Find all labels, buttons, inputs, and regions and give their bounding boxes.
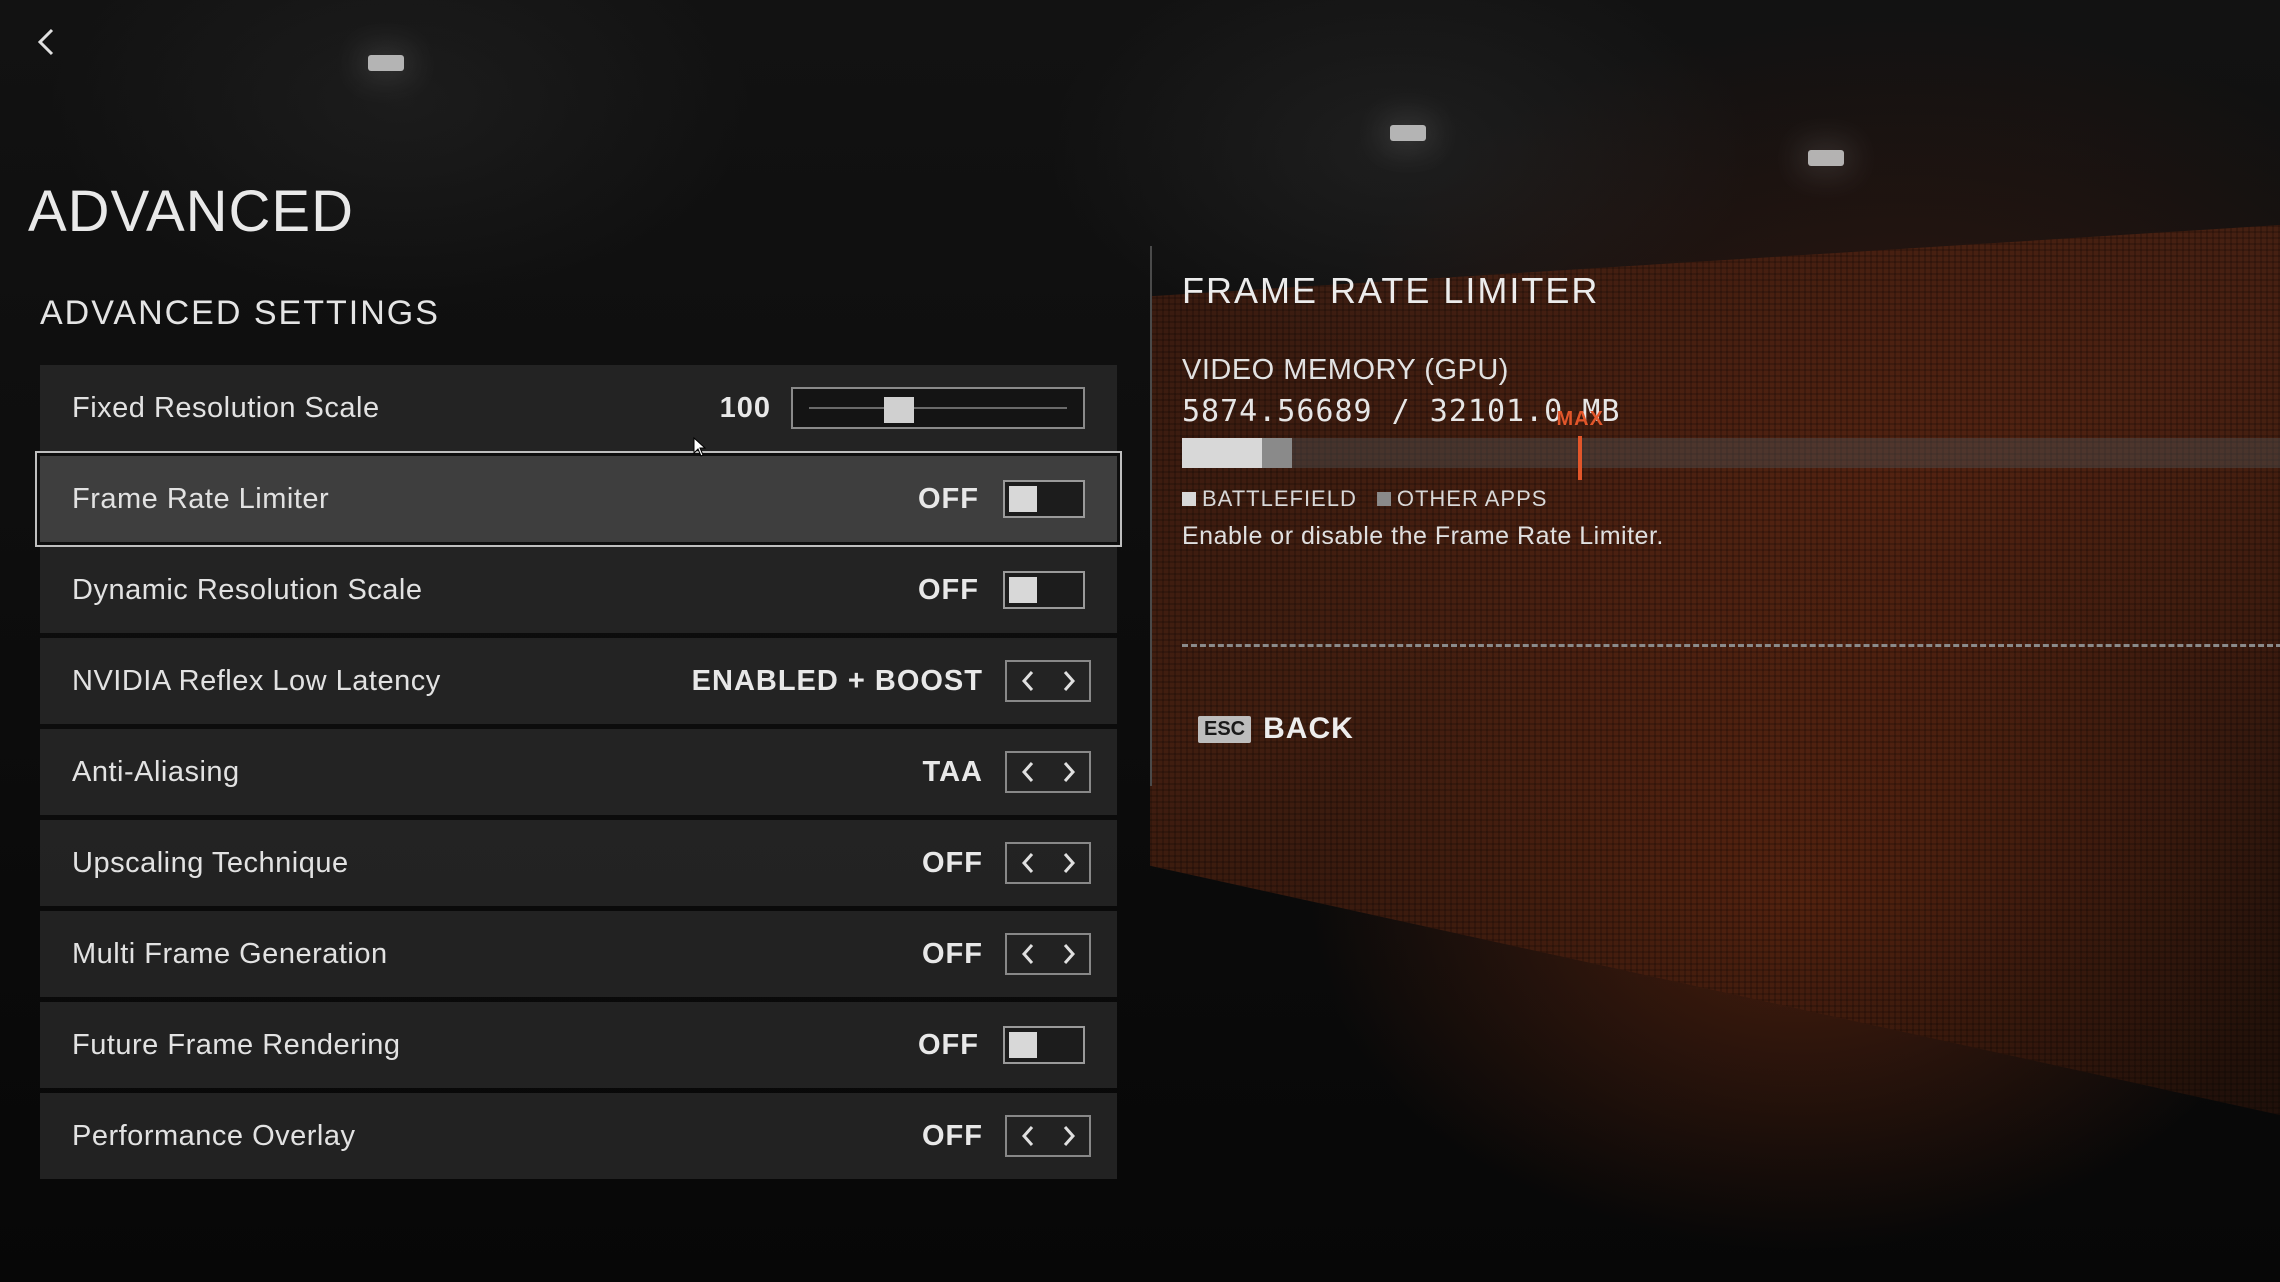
setting-value: ENABLED + BOOST [691,664,983,697]
other-apps-usage-fill [1262,438,1292,468]
prev-option-button[interactable] [1007,753,1048,791]
video-memory-bar [1182,438,2280,468]
setting-label: Multi Frame Generation [72,937,388,970]
setting-value: TAA [922,755,983,788]
setting-label: Fixed Resolution Scale [72,391,380,424]
chevron-right-icon [1063,762,1075,782]
game-menu-screen: ADVANCED ADVANCED SETTINGS Fixed Resolut… [0,0,2280,1282]
back-label: BACK [1263,712,1354,745]
video-memory-label: VIDEO MEMORY (GPU) [1182,354,1509,386]
setting-value: OFF [918,1028,979,1061]
setting-label: Anti-Aliasing [72,755,240,788]
setting-row-frame-rate-limiter[interactable]: Frame Rate Limiter OFF [35,451,1122,547]
setting-row-upscaling-technique[interactable]: Upscaling Technique OFF [40,820,1117,906]
info-title: FRAME RATE LIMITER [1182,270,1600,311]
setting-row-fixed-resolution-scale[interactable]: Fixed Resolution Scale 100 [40,365,1117,451]
setting-label: Dynamic Resolution Scale [72,573,423,606]
dashed-divider [1182,644,2280,647]
chevron-right-icon [1063,853,1075,873]
back-button[interactable]: ESC BACK [1198,712,1354,746]
slider-thumb[interactable] [884,397,915,423]
battlefield-swatch [1182,492,1196,506]
prev-option-button[interactable] [1007,844,1048,882]
next-option-button[interactable] [1048,1117,1089,1155]
setting-label: NVIDIA Reflex Low Latency [72,664,441,697]
setting-row-performance-overlay[interactable]: Performance Overlay OFF [40,1093,1117,1179]
setting-label: Frame Rate Limiter [72,482,330,515]
setting-value: OFF [922,1119,983,1152]
resolution-scale-slider[interactable] [791,387,1085,429]
background-lamp [1808,150,1844,166]
chevron-right-icon [1063,944,1075,964]
prev-option-button[interactable] [1007,1117,1048,1155]
max-marker [1578,436,1583,480]
setting-value: 100 [719,391,771,424]
dynamic-resolution-toggle[interactable] [1003,571,1085,609]
memory-legend: BATTLEFIELD OTHER APPS [1182,486,1547,512]
legend-battlefield: BATTLEFIELD [1182,486,1357,512]
setting-value: OFF [922,846,983,879]
setting-row-anti-aliasing[interactable]: Anti-Aliasing TAA [40,729,1117,815]
performance-overlay-stepper [1005,1115,1091,1157]
max-label: MAX [1556,408,1604,430]
next-option-button[interactable] [1048,935,1089,973]
setting-row-multi-frame-generation[interactable]: Multi Frame Generation OFF [40,911,1117,997]
prev-option-button[interactable] [1007,935,1048,973]
chevron-left-icon [1021,671,1033,691]
setting-value: OFF [918,573,979,606]
back-arrow-button[interactable] [28,24,64,60]
next-option-button[interactable] [1048,753,1089,791]
chevron-left-icon [1021,853,1033,873]
setting-description: Enable or disable the Frame Rate Limiter… [1182,522,1664,550]
frame-rate-limiter-toggle[interactable] [1003,480,1085,518]
multi-frame-generation-stepper [1005,933,1091,975]
page-title: ADVANCED [28,179,354,244]
setting-value: OFF [918,482,979,515]
future-frame-rendering-toggle[interactable] [1003,1026,1085,1064]
toggle-knob [1009,486,1037,512]
section-title: ADVANCED SETTINGS [40,294,440,332]
prev-option-button[interactable] [1007,662,1048,700]
next-option-button[interactable] [1048,844,1089,882]
background-lamp [1390,125,1426,141]
video-memory-value: 5874.56689 / 32101.0 MB [1182,394,1621,429]
mouse-cursor-icon [693,436,707,462]
legend-label: BATTLEFIELD [1202,486,1357,511]
setting-row-nvidia-reflex[interactable]: NVIDIA Reflex Low Latency ENABLED + BOOS… [40,638,1117,724]
nvidia-reflex-stepper [1005,660,1091,702]
setting-row-dynamic-resolution-scale[interactable]: Dynamic Resolution Scale OFF [40,547,1117,633]
background-lamp [368,55,404,71]
setting-row-future-frame-rendering[interactable]: Future Frame Rendering OFF [40,1002,1117,1088]
chevron-left-icon [37,28,54,56]
setting-value: OFF [922,937,983,970]
legend-other-apps: OTHER APPS [1376,486,1548,512]
other-apps-swatch [1376,492,1391,506]
chevron-left-icon [1021,762,1033,782]
upscaling-stepper [1005,842,1091,884]
chevron-right-icon [1063,1126,1075,1146]
legend-label: OTHER APPS [1396,486,1548,511]
next-option-button[interactable] [1048,662,1089,700]
battlefield-usage-fill [1182,438,1263,468]
toggle-knob [1009,577,1037,603]
chevron-left-icon [1021,944,1033,964]
slider-track [809,407,1067,409]
setting-label: Upscaling Technique [72,846,349,879]
chevron-left-icon [1021,1126,1033,1146]
toggle-knob [1009,1032,1037,1058]
setting-label: Future Frame Rendering [72,1028,401,1061]
anti-aliasing-stepper [1005,751,1091,793]
esc-key-hint: ESC [1198,715,1252,743]
info-panel: FRAME RATE LIMITER VIDEO MEMORY (GPU) 58… [1150,246,2280,786]
setting-label: Performance Overlay [72,1119,356,1152]
settings-list: Fixed Resolution Scale 100 Frame Rate Li… [35,365,1122,1184]
chevron-right-icon [1063,671,1075,691]
